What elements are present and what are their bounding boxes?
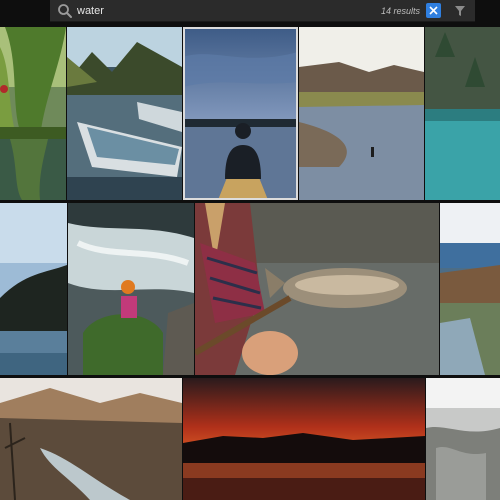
search-bar: 14 results bbox=[50, 0, 475, 22]
filter-button[interactable] bbox=[453, 4, 467, 18]
photo-rowboats-on-lake[interactable] bbox=[67, 27, 182, 200]
filter-icon bbox=[455, 5, 465, 16]
search-icon bbox=[58, 3, 72, 18]
photo-red-sunset-over-lake[interactable] bbox=[183, 378, 425, 500]
close-icon bbox=[429, 6, 438, 15]
clear-search-button[interactable] bbox=[426, 3, 441, 18]
photo-kayaker-at-dusk[interactable] bbox=[183, 27, 298, 200]
photo-hiker-by-rapids[interactable] bbox=[68, 203, 194, 375]
photo-angler-holding-trout[interactable] bbox=[195, 203, 439, 375]
photo-willow-tree-reflection[interactable] bbox=[0, 27, 66, 200]
search-input[interactable] bbox=[73, 0, 381, 21]
photo-turquoise-mountain-lake[interactable] bbox=[425, 27, 500, 200]
photo-canyon-creek[interactable] bbox=[0, 378, 182, 500]
photo-coastal-cliffs[interactable] bbox=[440, 203, 500, 375]
photo-misty-hillside[interactable] bbox=[426, 378, 500, 500]
results-count: 14 results bbox=[380, 5, 420, 16]
photo-dark-hill-and-lake[interactable] bbox=[0, 203, 67, 375]
photo-angler-in-river-valley[interactable] bbox=[299, 27, 424, 200]
